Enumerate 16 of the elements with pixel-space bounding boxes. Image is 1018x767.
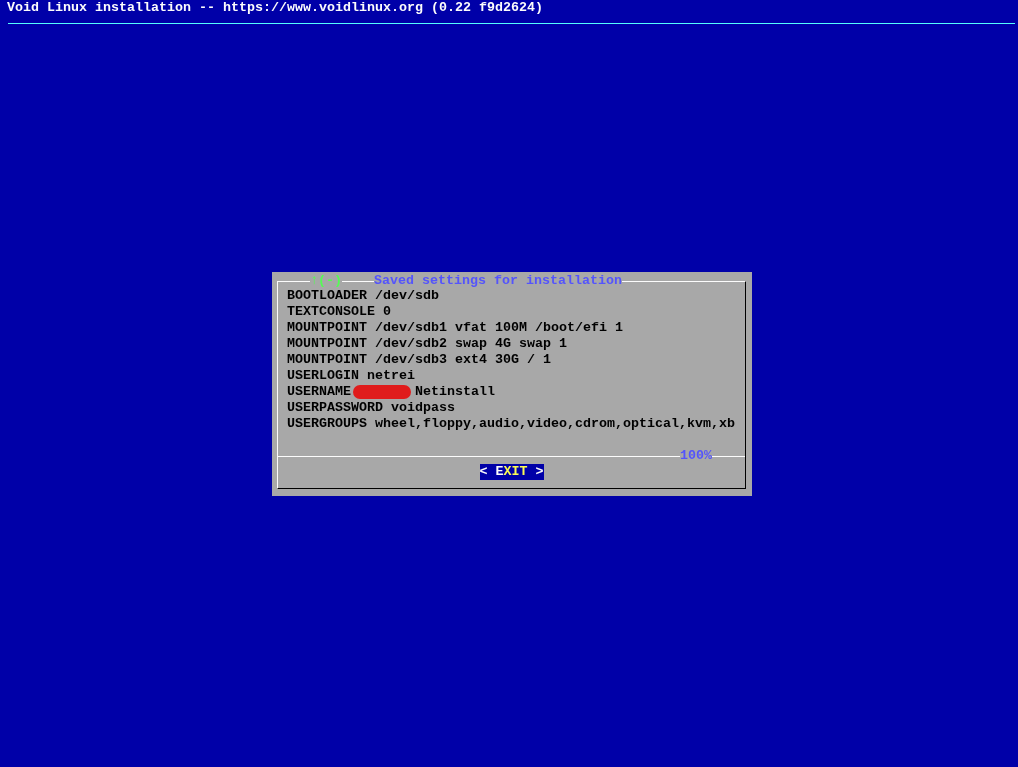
- settings-line: BOOTLOADER /dev/sdb: [287, 288, 439, 304]
- settings-line: MOUNTPOINT /dev/sdb3 ext4 30G / 1: [287, 352, 551, 368]
- settings-value: Netinstall: [415, 384, 495, 400]
- redaction-mark: [353, 385, 411, 399]
- scroll-percentage: 100%: [680, 448, 712, 464]
- screen-title: Void Linux installation -- https://www.voidlinux.org (0.22 f9d2624): [6, 0, 544, 16]
- settings-key: USERNAME: [287, 384, 351, 400]
- settings-line: USERLOGIN netrei: [287, 368, 415, 384]
- settings-line: MOUNTPOINT /dev/sdb2 swap 4G swap 1: [287, 336, 567, 352]
- settings-line: USERGROUPS wheel,floppy,audio,video,cdrom,optical,kvm,xb: [287, 416, 735, 432]
- settings-line: MOUNTPOINT /dev/sdb1 vfat 100M /boot/efi 1: [287, 320, 623, 336]
- exit-button[interactable]: < EXIT >: [479, 464, 544, 480]
- dialog-title: Saved settings for installation: [374, 273, 622, 288]
- settings-line: USERPASSWORD voidpass: [287, 400, 455, 416]
- settings-line: TEXTCONSOLE 0: [287, 304, 391, 320]
- scroll-indicator: ↑(-): [310, 273, 342, 288]
